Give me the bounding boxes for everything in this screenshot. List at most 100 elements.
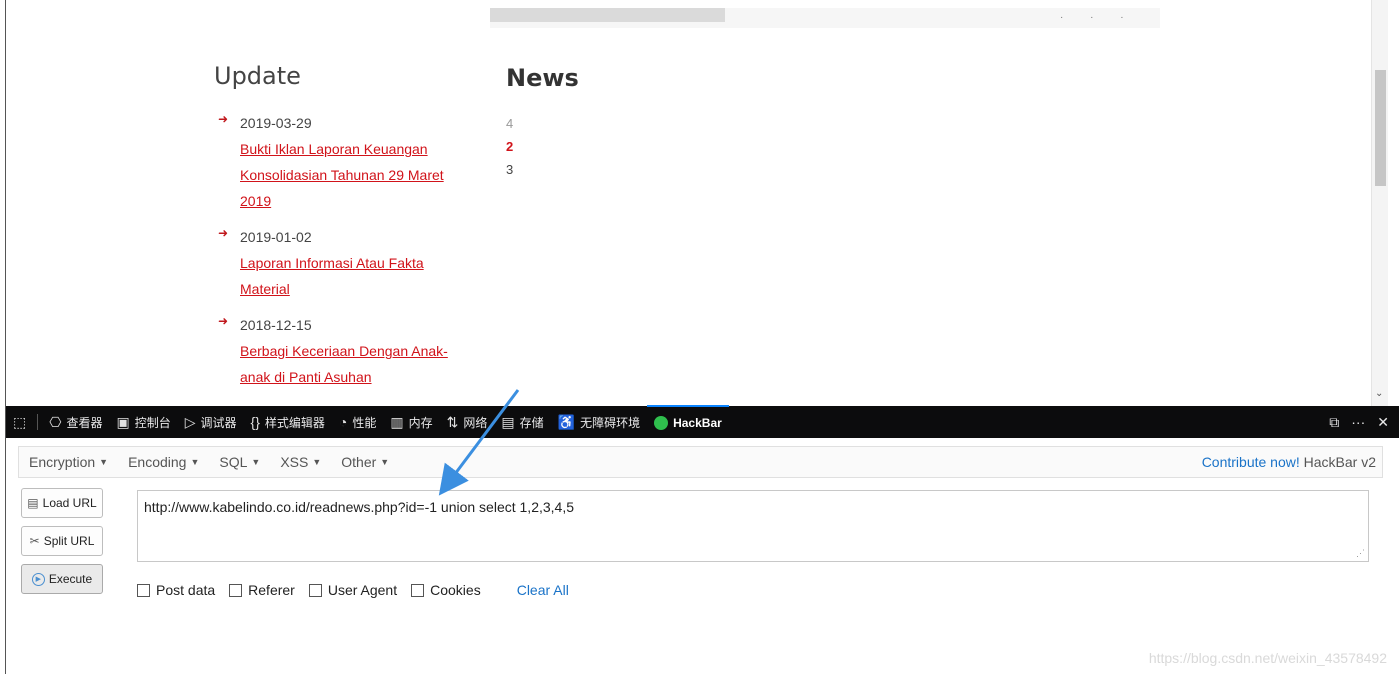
tab-label: 查看器 [66,415,103,430]
execute-button[interactable]: ▶ Execute [21,564,103,594]
menu-label: SQL [219,454,248,470]
resize-grip-icon[interactable]: ⋰ [1356,548,1365,559]
toolbar-divider [37,414,39,430]
url-input[interactable]: http://www.kabelindo.co.id/readnews.php?… [137,490,1369,562]
menu-label: Other [341,454,377,470]
news-section: News 4 2 3 [506,64,706,181]
banner-gray-block [490,8,725,22]
contribute-link[interactable]: Contribute now! [1202,454,1300,470]
accessibility-icon: ♿ [557,413,576,430]
arrow-icon: ➜ [218,314,229,328]
update-date: 2019-01-02 [240,229,312,245]
url-value: http://www.kabelindo.co.id/readnews.php?… [144,499,575,515]
menu-encoding[interactable]: Encoding ▼ [118,454,209,470]
update-item: ➜ 2019-03-29 Bukti Iklan Laporan Keuanga… [214,110,474,214]
tab-storage[interactable]: ▤ 存储 [494,406,550,438]
watermark: https://blog.csdn.net/weixin_43578492 [1148,650,1387,666]
post-data-checkbox[interactable]: Post data [137,582,215,598]
style-editor-icon: {} [250,414,260,430]
menu-other[interactable]: Other ▼ [331,454,399,470]
news-number: 3 [506,162,514,177]
more-options-icon[interactable]: ··· [1351,414,1365,430]
scrollbar-thumb[interactable] [1375,70,1386,186]
performance-icon: ◔ [338,414,348,430]
referer-checkbox[interactable]: Referer [229,582,295,598]
hackbar-menubar: Encryption ▼ Encoding ▼ SQL ▼ XSS ▼ Other ▼ C… [18,446,1383,478]
checkbox-box[interactable] [137,583,150,597]
network-icon: ⇅ [446,413,459,430]
checkbox-label: Post data [156,582,216,598]
news-title: News [506,64,579,92]
tab-label: 内存 [408,415,433,430]
memory-icon: ▥ [390,413,404,430]
tab-debugger[interactable]: ▷ 调试器 [178,406,244,438]
update-list: ➜ 2019-03-29 Bukti Iklan Laporan Keuanga… [214,110,474,390]
arrow-icon: ➜ [218,112,229,126]
devtools-window-controls: ⧉ ··· ✕ [1329,414,1399,431]
caret-down-icon: ▼ [312,457,322,467]
tab-console[interactable]: ▣ 控制台 [109,406,177,438]
clear-all-link[interactable]: Clear All [517,582,569,598]
dock-icon[interactable]: ⧉ [1329,414,1339,431]
webpage-viewport: · · · Update ➜ 2019-03-29 Bukti Iklan La… [6,0,1371,406]
caret-down-icon: ▼ [99,457,109,467]
checkbox-box[interactable] [411,583,425,597]
update-date: 2018-12-15 [240,317,312,333]
close-icon[interactable]: ✕ [1377,414,1389,431]
banner-dots: · · · [1060,12,1136,23]
user-agent-checkbox[interactable]: User Agent [308,582,398,598]
picker-icon: ⬚ [13,413,27,430]
cookies-checkbox[interactable]: Cookies [411,582,481,598]
tab-hackbar[interactable]: HackBar [647,405,729,439]
menu-xss[interactable]: XSS ▼ [270,454,331,470]
button-label: Split URL [43,534,95,548]
update-item: ➜ 2019-01-02 Laporan Informasi Atau Fakt… [214,224,474,302]
caret-down-icon: ▼ [251,457,261,467]
debugger-icon: ▷ [184,413,196,430]
tab-style-editor[interactable]: {} 样式编辑器 [244,406,332,438]
button-label: Execute [48,572,93,586]
storage-icon: ▤ [501,413,515,430]
inspector-icon: ⎔ [49,413,62,430]
update-item: ➜ 2018-12-15 Berbagi Keceriaan Dengan An… [214,312,474,390]
element-picker-button[interactable]: ⬚ [6,406,33,438]
news-number: 2 [506,139,514,154]
tab-label: 样式编辑器 [264,415,325,430]
caret-down-icon: ▼ [190,457,200,467]
checkbox-label: Cookies [430,582,481,598]
tab-label: HackBar [673,416,722,430]
tab-inspector[interactable]: ⎔ 查看器 [42,406,109,438]
hackbar-version: HackBar v2 [1303,454,1376,470]
load-url-button[interactable]: ▤ Load URL [21,488,103,518]
contribute-area: Contribute now! HackBar v2 [1202,454,1382,470]
split-url-button[interactable]: ✂ Split URL [21,526,103,556]
tab-label: 调试器 [200,415,237,430]
tab-label: 控制台 [134,415,171,430]
checkbox-box[interactable] [229,583,243,597]
tab-accessibility[interactable]: ♿ 无障碍环境 [551,406,647,438]
menu-encryption[interactable]: Encryption ▼ [19,454,118,470]
checkbox-box[interactable] [308,583,322,597]
request-options: Post data Referer User Agent Cookies Cle… [137,582,569,598]
checkbox-label: User Agent [327,582,398,598]
console-icon: ▣ [116,413,130,430]
menu-label: Encryption [29,454,96,470]
scissors-icon: ✂ [29,534,40,548]
scroll-down-icon[interactable]: ⌄ [1375,388,1383,399]
page-scrollbar[interactable]: ⌄ [1371,0,1388,406]
caret-down-icon: ▼ [380,457,390,467]
tab-label: 网络 [463,415,488,430]
update-link[interactable]: Berbagi Keceriaan Dengan Anak-anak di Pa… [240,338,450,390]
tab-memory[interactable]: ▥ 内存 [383,406,439,438]
update-section: Update ➜ 2019-03-29 Bukti Iklan Laporan … [214,62,474,400]
tab-label: 性能 [352,415,377,430]
tab-network[interactable]: ⇅ 网络 [440,406,495,438]
menu-sql[interactable]: SQL ▼ [209,454,270,470]
checkbox-label: Referer [248,582,295,598]
tab-performance[interactable]: ◔ 性能 [332,406,383,438]
update-link[interactable]: Bukti Iklan Laporan Keuangan Konsolidasi… [240,136,450,214]
news-number: 4 [506,116,514,131]
tab-label: 存储 [519,415,544,430]
update-link[interactable]: Laporan Informasi Atau Fakta Material [240,250,450,302]
play-icon: ▶ [31,572,45,586]
